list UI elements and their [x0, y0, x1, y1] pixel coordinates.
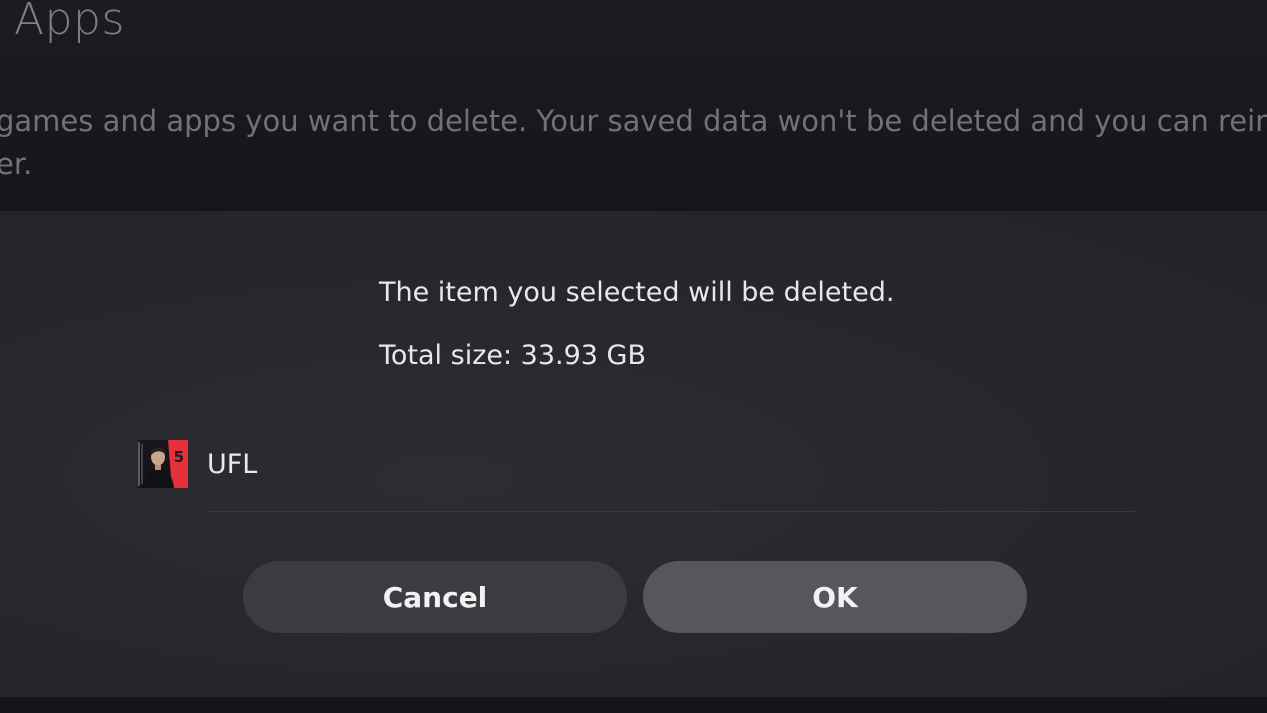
screen: Apps games and apps you want to delete. … [0, 0, 1267, 713]
cancel-button[interactable]: Cancel [243, 561, 627, 633]
page-description-line-1: games and apps you want to delete. Your … [0, 104, 1267, 138]
page-description-line-2: er. [0, 147, 33, 181]
total-size-label: Total size: 33.93 GB [379, 340, 646, 371]
dialog-message: The item you selected will be deleted. [379, 277, 895, 308]
ufl-game-thumbnail-icon: 5 [138, 440, 188, 488]
divider [208, 511, 1135, 512]
ufl-thumbnail-badge: 5 [173, 448, 184, 466]
delete-confirmation-dialog: The item you selected will be deleted. T… [0, 211, 1267, 697]
screen-bottom-bar [0, 697, 1267, 713]
list-item-label: UFL [207, 448, 258, 480]
page-description: games and apps you want to delete. Your … [0, 100, 1267, 186]
background-page: Apps games and apps you want to delete. … [0, 0, 1267, 211]
ok-button[interactable]: OK [643, 561, 1027, 633]
list-item: 5 UFL [138, 439, 257, 489]
page-title: Apps [14, 0, 125, 45]
